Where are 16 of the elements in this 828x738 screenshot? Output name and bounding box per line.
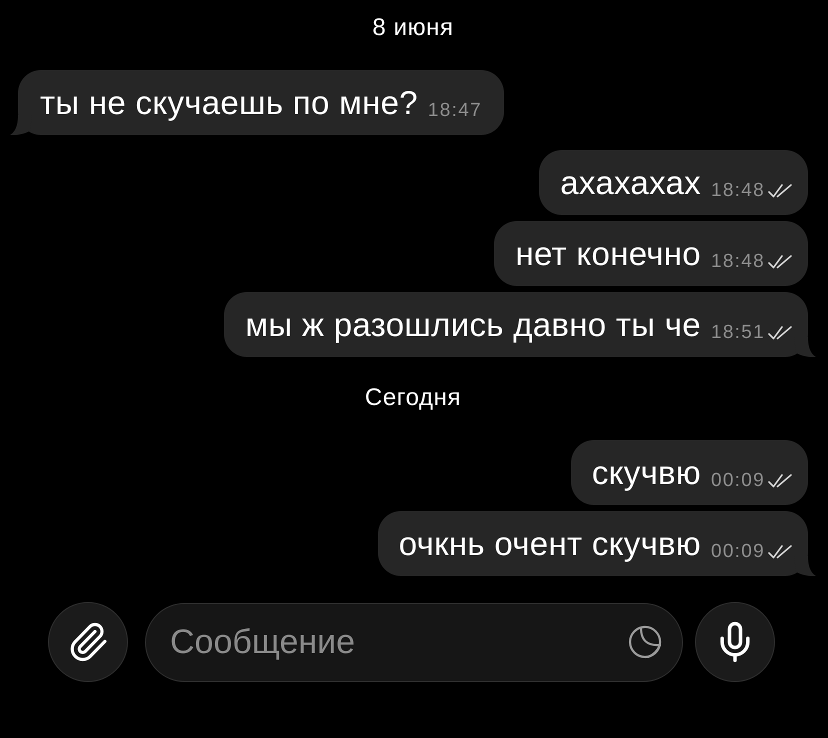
message-time: 18:48 (710, 251, 765, 273)
sticker-icon (627, 624, 663, 660)
message-text: очкнь очент скучвю (398, 524, 701, 562)
message-time: 18:47 (428, 100, 482, 122)
message-time: 00:09 (710, 470, 765, 492)
message-time: 18:48 (710, 180, 765, 202)
date-separator: Сегодня (364, 384, 462, 412)
message-text: ахахахах (560, 164, 701, 202)
message-input-field[interactable]: Сообщение (145, 602, 683, 682)
message-text: ты не скучаешь по мне? (40, 84, 418, 122)
message-text: нет конечно (515, 234, 701, 272)
message-time: 18:51 (710, 322, 765, 344)
message-text: скучвю (592, 454, 701, 492)
date-separator: 8 июня (372, 14, 454, 42)
message-time: 00:09 (710, 541, 765, 563)
message-text: мы ж разошлись давно ты че (245, 306, 701, 344)
